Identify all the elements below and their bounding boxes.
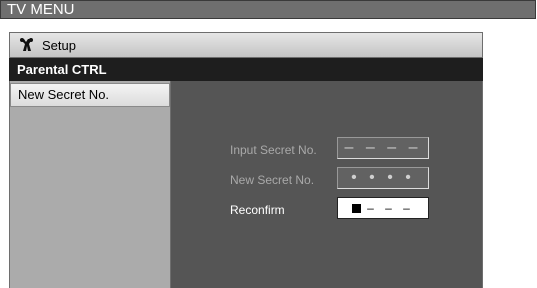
sidebar-item-new-secret-no[interactable]: New Secret No.	[10, 83, 170, 107]
new-secret-value: • • • •	[351, 169, 415, 186]
new-secret-label: New Secret No.	[230, 173, 315, 187]
sidebar: New Secret No.	[9, 81, 171, 288]
reconfirm-label: Reconfirm	[230, 203, 285, 217]
menu-panel: Setup Parental CTRL New Secret No. Input…	[9, 32, 483, 288]
reconfirm-field[interactable]: – – –	[337, 197, 429, 219]
window-title: TV MENU	[0, 0, 536, 19]
setup-label: Setup	[42, 37, 76, 53]
section-title: Parental CTRL	[9, 58, 483, 81]
content-panel: Input Secret No. – – – – New Secret No. …	[171, 81, 483, 288]
input-secret-value: – – – –	[344, 139, 422, 156]
input-secret-field[interactable]: – – – –	[337, 137, 429, 159]
reconfirm-value: – – –	[367, 201, 414, 215]
wrench-icon	[20, 38, 33, 51]
input-cursor	[352, 203, 362, 213]
input-secret-label: Input Secret No.	[230, 143, 317, 157]
new-secret-field[interactable]: • • • •	[337, 167, 429, 189]
setup-header[interactable]: Setup	[9, 32, 483, 58]
